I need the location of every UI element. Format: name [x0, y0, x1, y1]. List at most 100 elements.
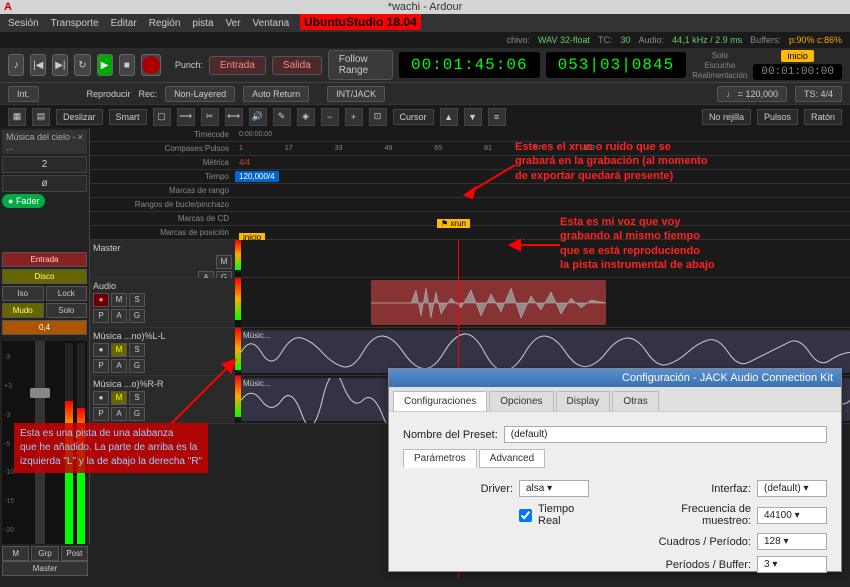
midi-panic-button[interactable]: ♪: [8, 54, 24, 76]
smart-mode-button[interactable]: Smart: [109, 109, 147, 125]
inicio-marker-chip[interactable]: inicio: [781, 50, 814, 62]
jack-samplerate-select[interactable]: 44100 ▾: [757, 507, 827, 524]
track-height-button[interactable]: ≡: [488, 108, 506, 126]
phase-button[interactable]: ø: [2, 175, 87, 192]
musicl-rec[interactable]: ●: [93, 343, 109, 357]
disk-mon-button[interactable]: Disco: [2, 269, 87, 284]
jack-tab-other[interactable]: Otras: [612, 391, 658, 411]
goto-end-button[interactable]: ▶|: [52, 54, 68, 76]
jack-preset-field[interactable]: (default): [504, 426, 827, 443]
musicl-solo[interactable]: S: [129, 343, 145, 357]
cut-tool[interactable]: ✂: [201, 108, 219, 126]
expand-tracks-button[interactable]: ▲: [440, 108, 458, 126]
contents-tool[interactable]: ◈: [297, 108, 315, 126]
audio-mute[interactable]: M: [111, 293, 127, 307]
layering-mode[interactable]: Non-Layered: [165, 86, 235, 102]
menu-sesion[interactable]: Sesión: [8, 18, 39, 29]
escucha-indicator[interactable]: Escucha: [692, 61, 747, 70]
jack-subtab-advanced[interactable]: Advanced: [479, 449, 545, 468]
play-button[interactable]: ▶: [97, 54, 113, 76]
musicr-group[interactable]: G: [129, 407, 145, 421]
tool-1[interactable]: ▦: [8, 108, 26, 126]
foot-master[interactable]: Master: [2, 561, 88, 576]
secondary-timecode[interactable]: 053|03|0845: [546, 52, 687, 78]
audio-group[interactable]: G: [129, 309, 145, 323]
jack-interface-select[interactable]: (default) ▾: [757, 480, 827, 497]
jack-tab-display[interactable]: Display: [556, 391, 611, 411]
ruler-bars[interactable]: Compases:Pulsos: [90, 144, 235, 153]
follow-range-button[interactable]: Follow Range: [328, 50, 393, 80]
jack-subtab-params[interactable]: Parámetros: [403, 449, 477, 468]
tempo-display[interactable]: ♩ = 120,000: [717, 86, 787, 102]
jack-tab-options[interactable]: Opciones: [489, 391, 553, 411]
solo-button[interactable]: Solo: [46, 303, 88, 318]
jack-periods-select[interactable]: 3 ▾: [757, 556, 827, 573]
jack-driver-select[interactable]: alsa ▾: [519, 480, 589, 497]
range-tool[interactable]: ⟶: [177, 108, 195, 126]
punch-out-button[interactable]: Salida: [272, 56, 322, 75]
jack-tab-config[interactable]: Configuraciones: [393, 391, 487, 411]
sync-source[interactable]: Int.: [8, 86, 39, 102]
input-mon-button[interactable]: Entrada: [2, 252, 87, 267]
stop-button[interactable]: ■: [119, 54, 135, 76]
menu-pista[interactable]: pista: [192, 18, 213, 29]
primary-timecode[interactable]: 00:01:45:06: [399, 52, 540, 78]
ruler-loop[interactable]: Rangos de bucle/pinchazo: [90, 200, 235, 209]
mute-button[interactable]: Mudo: [2, 303, 44, 318]
object-tool[interactable]: ▢: [153, 108, 171, 126]
strip-name[interactable]: Música del cielo - ...: [6, 132, 78, 152]
ruler-meter[interactable]: Métrica: [90, 158, 235, 167]
lock-button[interactable]: Lock: [46, 286, 88, 301]
audition-tool[interactable]: 🔊: [249, 108, 267, 126]
input-count[interactable]: 2: [2, 156, 87, 173]
foot-post[interactable]: Post: [61, 546, 88, 561]
jack-titlebar[interactable]: Configuración - JACK Audio Connection Ki…: [389, 369, 841, 387]
foot-m[interactable]: M: [2, 546, 29, 561]
record-button[interactable]: [141, 54, 161, 76]
zoom-out-button[interactable]: −: [321, 108, 339, 126]
musicl-mute[interactable]: M: [111, 343, 127, 357]
audio-rec[interactable]: ●: [93, 293, 109, 307]
feedback-indicator[interactable]: Realimentación: [692, 71, 747, 80]
gain-display[interactable]: 0,4: [2, 320, 87, 335]
audio-playlist[interactable]: P: [93, 309, 109, 323]
menu-ventana[interactable]: Ventana: [253, 18, 290, 29]
snap-unit-dropdown[interactable]: Pulsos: [757, 109, 798, 125]
audio-solo[interactable]: S: [129, 293, 145, 307]
ruler-markers[interactable]: Marcas de posición: [90, 228, 235, 237]
snap-mode-dropdown[interactable]: No rejilla: [702, 109, 751, 125]
musicl-playlist[interactable]: P: [93, 359, 109, 373]
ruler-ranges[interactable]: Marcas de rango: [90, 186, 235, 195]
menu-transporte[interactable]: Transporte: [51, 18, 99, 29]
edit-mode-dropdown[interactable]: Deslizar: [56, 109, 103, 125]
loop-button[interactable]: ↻: [74, 54, 90, 76]
menu-editar[interactable]: Editar: [111, 18, 137, 29]
xrun-marker[interactable]: ⚑ xrun: [437, 219, 470, 228]
zoom-in-button[interactable]: +: [345, 108, 363, 126]
zoom-fit-button[interactable]: ⊡: [369, 108, 387, 126]
musicr-mute[interactable]: M: [111, 391, 127, 405]
edit-point-dropdown[interactable]: Ratón: [804, 109, 842, 125]
solo-indicator[interactable]: Solo: [692, 51, 747, 60]
musicr-rec[interactable]: ●: [93, 391, 109, 405]
shrink-tracks-button[interactable]: ▼: [464, 108, 482, 126]
musicr-solo[interactable]: S: [129, 391, 145, 405]
timesig-display[interactable]: TS: 4/4: [795, 86, 842, 102]
jack-frames-select[interactable]: 128 ▾: [757, 533, 827, 550]
recording-region[interactable]: [371, 280, 606, 325]
iso-button[interactable]: Iso: [2, 286, 44, 301]
tool-2[interactable]: ▤: [32, 108, 50, 126]
goto-start-button[interactable]: |◀: [30, 54, 46, 76]
master-mute[interactable]: M: [216, 255, 232, 269]
fader-label[interactable]: ● Fader: [2, 194, 45, 208]
ruler-tempo[interactable]: Tempo: [90, 172, 235, 181]
fader-handle[interactable]: [30, 388, 50, 398]
menu-region[interactable]: Región: [149, 18, 181, 29]
close-strip-icon[interactable]: ×: [78, 132, 83, 152]
cursor-mode-dropdown[interactable]: Cursor: [393, 109, 434, 125]
track-header-master[interactable]: Master M A G: [90, 240, 235, 277]
draw-tool[interactable]: ✎: [273, 108, 291, 126]
audio-auto[interactable]: A: [111, 309, 127, 323]
punch-in-button[interactable]: Entrada: [209, 56, 266, 75]
musicr-playlist[interactable]: P: [93, 407, 109, 421]
